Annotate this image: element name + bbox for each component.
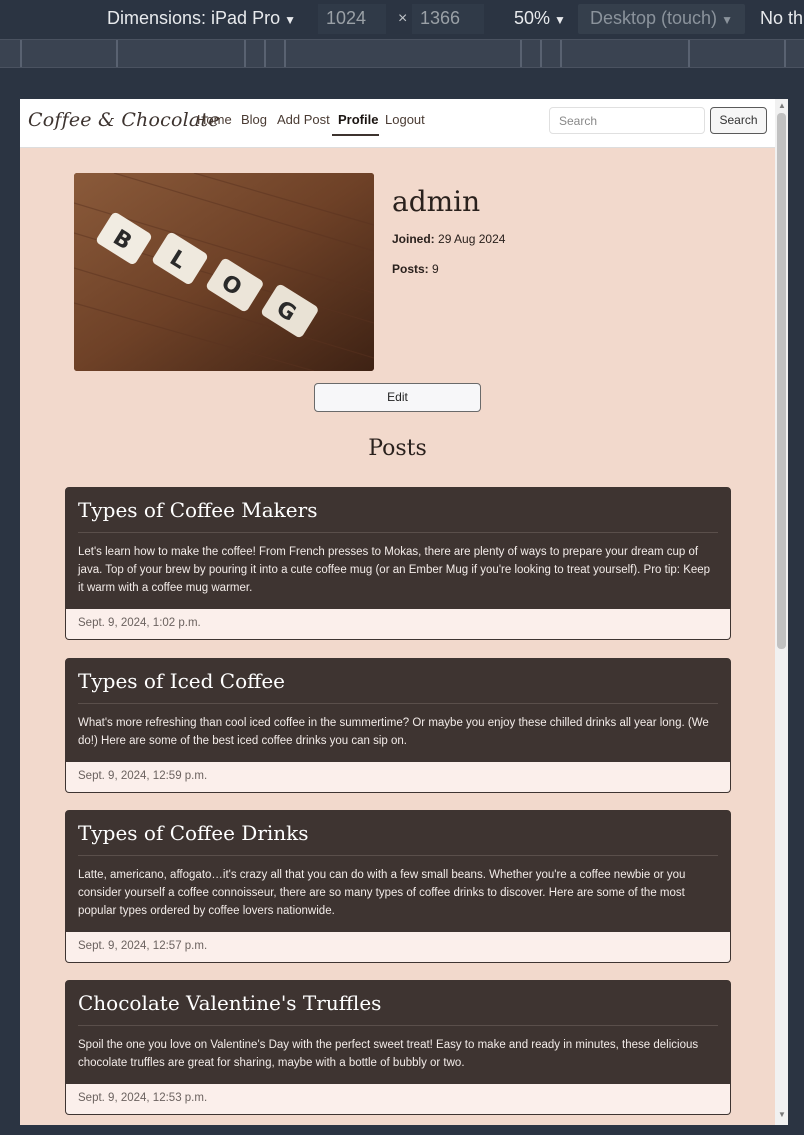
profile-username: admin [392,185,481,218]
navbar: Coffee & Chocolate Home Blog Add Post Pr… [20,99,775,148]
post-title[interactable]: Types of Iced Coffee [78,669,718,704]
nav-link-profile[interactable]: Profile [338,112,378,127]
page-viewport: Coffee & Chocolate Home Blog Add Post Pr… [20,99,788,1125]
device-dimensions-select[interactable]: Dimensions: iPad Pro ▼ [107,8,296,29]
caret-down-icon: ▼ [284,13,296,27]
post-excerpt: Latte, americano, affogato…it's crazy al… [78,869,686,917]
post-excerpt: Let's learn how to make the coffee! From… [78,546,711,594]
zoom-label: 50% [514,8,551,28]
post-title[interactable]: Types of Coffee Makers [78,498,718,533]
profile-post-count: Posts: 9 [392,262,439,276]
search-input[interactable]: Search [549,107,705,134]
post-body: Types of Coffee Makers Let's learn how t… [66,488,730,609]
post-title[interactable]: Types of Coffee Drinks [78,821,718,856]
posts-label: Posts: [392,262,429,276]
profile-image: B L O G [74,173,374,371]
post-card[interactable]: Types of Coffee Drinks Latte, americano,… [65,810,731,963]
post-date: Sept. 9, 2024, 12:53 p.m. [66,1084,730,1114]
post-title[interactable]: Chocolate Valentine's Truffles [78,991,718,1026]
post-excerpt: What's more refreshing than cool iced co… [78,717,709,747]
post-card[interactable]: Types of Iced Coffee What's more refresh… [65,658,731,793]
joined-label: Joined: [392,232,435,246]
post-date: Sept. 9, 2024, 12:57 p.m. [66,932,730,962]
scrollbar-thumb[interactable] [777,113,786,649]
active-nav-indicator [332,134,379,136]
nav-link-home[interactable]: Home [197,112,232,127]
zoom-select[interactable]: 50% ▼ [514,8,566,29]
device-mode-label: Desktop (touch) [590,8,718,28]
post-excerpt: Spoil the one you love on Valentine's Da… [78,1039,699,1069]
device-mode-select[interactable]: Desktop (touch) ▼ [578,4,745,34]
scroll-down-arrow-icon[interactable]: ▼ [778,1110,786,1119]
device-dimensions-label: Dimensions: iPad Pro [107,8,281,28]
posts-value: 9 [432,262,439,276]
post-body: Types of Iced Coffee What's more refresh… [66,659,730,762]
blog-tiles-image: B L O G [74,173,374,371]
scroll-up-arrow-icon[interactable]: ▲ [778,101,786,110]
search-button[interactable]: Search [710,107,767,134]
post-body: Types of Coffee Drinks Latte, americano,… [66,811,730,932]
post-card[interactable]: Chocolate Valentine's Truffles Spoil the… [65,980,731,1115]
brand-logo[interactable]: Coffee & Chocolate [28,109,220,131]
post-body: Chocolate Valentine's Truffles Spoil the… [66,981,730,1084]
profile-joined: Joined: 29 Aug 2024 [392,232,505,246]
viewport-height-input[interactable]: 1366 [412,4,484,34]
edit-profile-button[interactable]: Edit [314,383,481,412]
nav-link-logout[interactable]: Logout [385,112,425,127]
media-query-ruler[interactable] [0,39,804,68]
posts-heading: Posts [368,436,427,461]
nav-link-blog[interactable]: Blog [241,112,267,127]
times-icon: × [398,10,408,27]
post-card[interactable]: Types of Coffee Makers Let's learn how t… [65,487,731,640]
nav-link-add-post[interactable]: Add Post [277,112,330,127]
devtools-toolbar: Dimensions: iPad Pro ▼ 1024 × 1366 50% ▼ D… [0,0,804,39]
joined-value: 29 Aug 2024 [438,232,506,246]
viewport-width-input[interactable]: 1024 [318,4,386,34]
post-date: Sept. 9, 2024, 1:02 p.m. [66,609,730,639]
caret-down-icon: ▼ [554,13,566,27]
throttle-select[interactable]: No th [760,8,803,29]
caret-down-icon: ▼ [721,13,733,27]
post-date: Sept. 9, 2024, 12:59 p.m. [66,762,730,792]
